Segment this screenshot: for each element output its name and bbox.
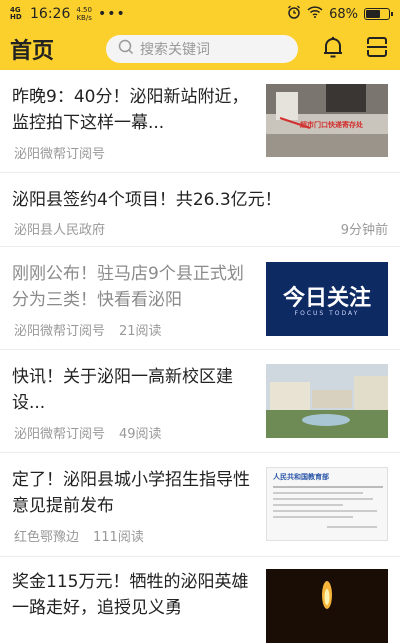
battery-icon	[364, 8, 393, 20]
article-meta: 泌阳微帮订阅号	[14, 143, 105, 162]
article-meta: 泌阳微帮订阅号 21阅读	[14, 320, 162, 339]
article-source: 红色鄂豫边	[14, 530, 80, 545]
article-reads: 21阅读	[119, 324, 162, 339]
list-item[interactable]: 奖金115万元！牺牲的泌阳英雄一路走好，追授见义勇	[0, 557, 400, 643]
wifi-icon	[307, 6, 323, 22]
article-thumbnail: 人民共和国教育部	[266, 467, 388, 541]
article-time: 9分钟前	[340, 223, 388, 238]
network-speed-value: 4.50	[76, 6, 92, 14]
list-item[interactable]: 定了！泌阳县城小学招生指导性意见提前发布 红色鄂豫边 111阅读 人民共和国教育…	[0, 453, 400, 557]
network-speed-unit: KB/s	[76, 14, 92, 22]
list-item[interactable]: 刚刚公布！驻马店9个县正式划分为三类！快看看泌阳 泌阳微帮订阅号 21阅读 今日…	[0, 247, 400, 350]
article-title: 奖金115万元！牺牲的泌阳英雄一路走好，追授见义勇	[12, 572, 249, 618]
thumbnail-subcaption: FOCUS TODAY	[294, 310, 360, 317]
list-item[interactable]: 泌阳县签约4个项目！共26.3亿元！ 泌阳县人民政府 9分钟前	[0, 173, 400, 247]
app-header: 首页 搜索关键词	[0, 28, 400, 70]
article-thumbnail: 超市门口快递寄存处	[266, 84, 388, 157]
article-source: 泌阳微帮订阅号	[14, 324, 106, 339]
article-meta: 泌阳县人民政府 9分钟前	[14, 219, 388, 238]
article-meta: 红色鄂豫边 111阅读	[14, 526, 144, 545]
network-indicator: 4G HD	[10, 6, 22, 21]
article-source: 泌阳县人民政府	[14, 223, 106, 238]
notification-bell-icon[interactable]	[322, 35, 344, 63]
status-bar: 4G HD 16:26 4.50 KB/s ••• 68%	[0, 0, 400, 28]
article-reads: 111阅读	[93, 530, 144, 545]
battery-percent: 68%	[329, 6, 358, 22]
article-thumbnail: 今日关注 FOCUS TODAY	[266, 262, 388, 336]
article-title: 泌阳县签约4个项目！共26.3亿元！	[12, 190, 282, 210]
search-placeholder: 搜索关键词	[140, 42, 210, 58]
list-item[interactable]: 快讯！关于泌阳一高新校区建设... 泌阳微帮订阅号 49阅读	[0, 350, 400, 453]
article-thumbnail	[266, 364, 388, 438]
article-source: 泌阳微帮订阅号	[14, 427, 106, 442]
more-notifications-icon: •••	[97, 6, 126, 22]
article-title: 定了！泌阳县城小学招生指导性意见提前发布	[12, 470, 250, 516]
battery-level	[366, 10, 380, 18]
article-reads: 49阅读	[119, 427, 162, 442]
network-speed: 4.50 KB/s	[76, 6, 92, 22]
thumbnail-caption: 今日关注	[282, 286, 371, 311]
page-title: 首页	[10, 39, 55, 64]
article-title: 快讯！关于泌阳一高新校区建设...	[12, 367, 233, 413]
article-meta: 泌阳微帮订阅号 49阅读	[14, 423, 162, 442]
thumbnail-caption: 超市门口快递寄存处	[300, 121, 363, 129]
scan-icon[interactable]	[366, 36, 388, 62]
article-title: 刚刚公布！驻马店9个县正式划分为三类！快看看泌阳	[12, 264, 244, 310]
list-item[interactable]: 昨晚9：40分！泌阳新站附近，监控拍下这样一幕... 泌阳微帮订阅号 超市门口快…	[0, 70, 400, 173]
alarm-icon	[287, 5, 301, 23]
article-thumbnail	[266, 569, 388, 643]
status-time: 16:26	[30, 6, 71, 22]
article-title: 昨晚9：40分！泌阳新站附近，监控拍下这样一幕...	[12, 87, 249, 133]
article-source: 泌阳微帮订阅号	[14, 147, 106, 162]
news-feed: 昨晚9：40分！泌阳新站附近，监控拍下这样一幕... 泌阳微帮订阅号 超市门口快…	[0, 70, 400, 643]
search-icon	[118, 39, 134, 59]
search-input[interactable]: 搜索关键词	[106, 35, 298, 63]
